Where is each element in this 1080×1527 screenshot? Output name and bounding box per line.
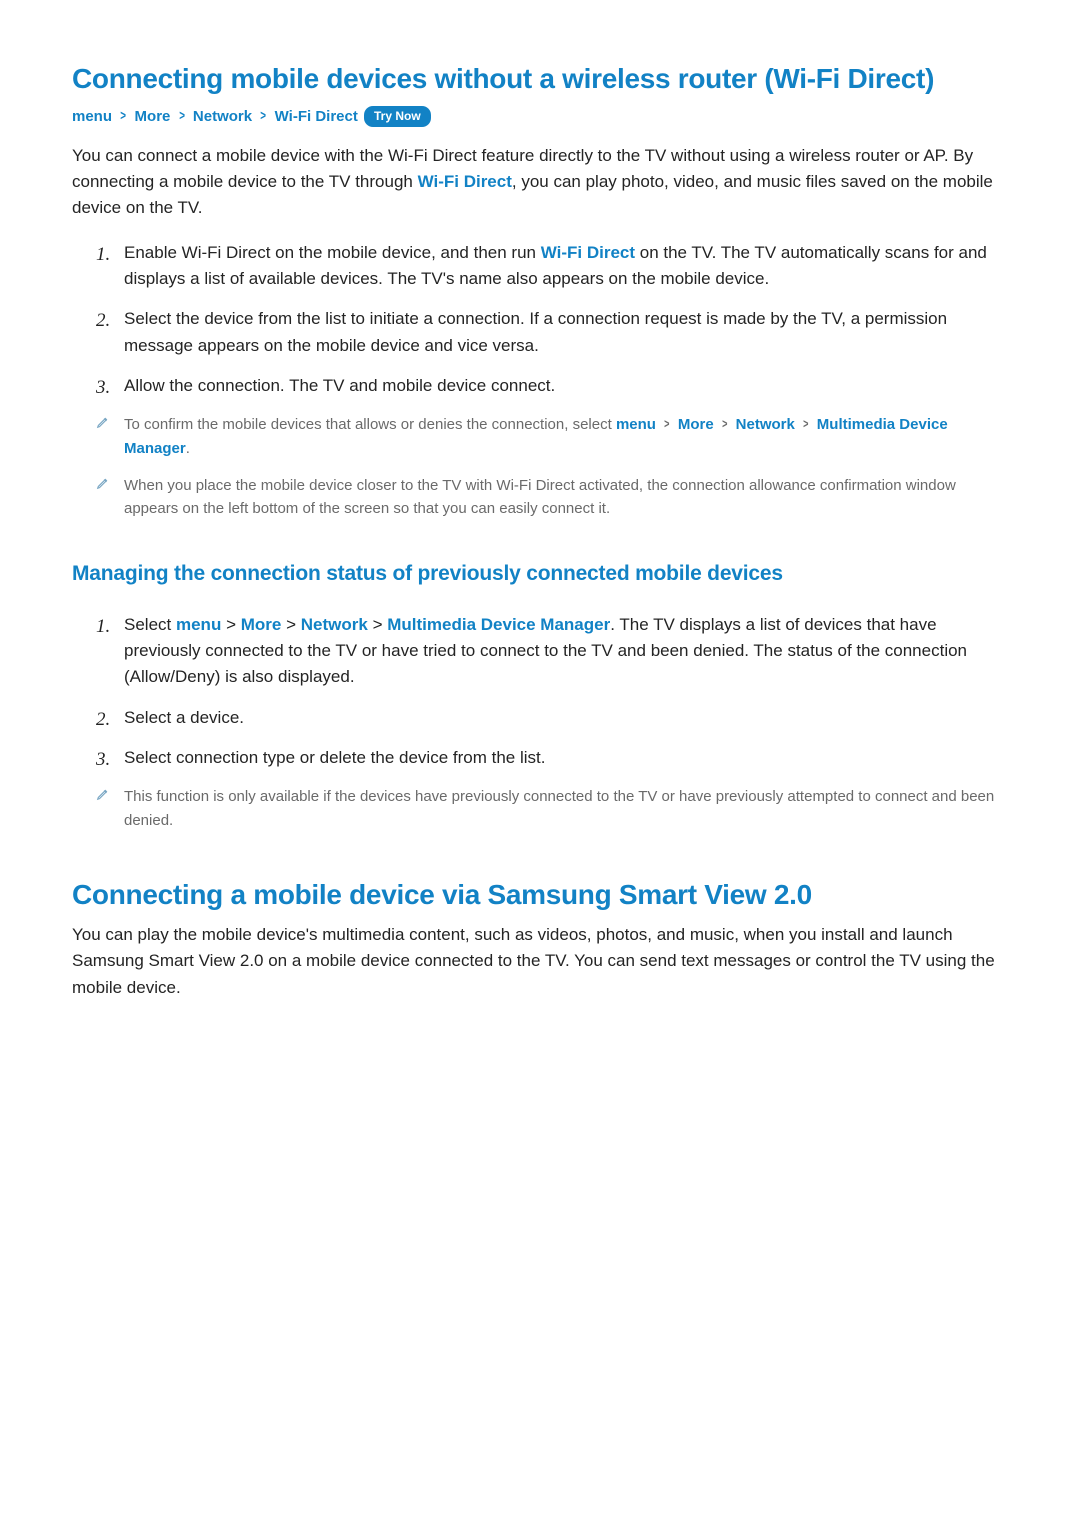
step-3: Select connection type or delete the dev…	[96, 745, 1008, 771]
breadcrumb: menu > More > Network > Wi-Fi Direct Try…	[72, 106, 1008, 129]
chevron-right-icon: >	[373, 615, 383, 634]
pencil-icon	[96, 476, 110, 490]
step-1: Enable Wi-Fi Direct on the mobile device…	[96, 240, 1008, 293]
crumb-network[interactable]: Network	[193, 108, 252, 125]
steps-list: Select menu > More > Network > Multimedi…	[96, 612, 1008, 772]
step-2: Select the device from the list to initi…	[96, 306, 1008, 359]
step-2: Select a device.	[96, 705, 1008, 731]
subsection-title: Managing the connection status of previo…	[72, 558, 1008, 590]
body-paragraph: You can play the mobile device's multime…	[72, 922, 1008, 1001]
chevron-right-icon: >	[179, 105, 185, 126]
step-3: Allow the connection. The TV and mobile …	[96, 373, 1008, 399]
chevron-right-icon: >	[286, 615, 296, 634]
chevron-right-icon: >	[803, 414, 808, 434]
step-1: Select menu > More > Network > Multimedi…	[96, 612, 1008, 691]
chevron-right-icon: >	[664, 414, 669, 434]
wifi-direct-term: Wi-Fi Direct	[541, 243, 635, 262]
try-now-badge[interactable]: Try Now	[364, 106, 431, 127]
steps-list: Enable Wi-Fi Direct on the mobile device…	[96, 240, 1008, 400]
chevron-right-icon: >	[722, 414, 727, 434]
crumb-wifi-direct[interactable]: Wi-Fi Direct	[275, 108, 358, 125]
pencil-icon	[96, 415, 110, 429]
wifi-direct-term: Wi-Fi Direct	[418, 172, 512, 191]
note: This function is only available if the d…	[96, 785, 1008, 832]
intro-paragraph: You can connect a mobile device with the…	[72, 143, 1008, 222]
note: When you place the mobile device closer …	[96, 474, 1008, 521]
section-title: Connecting a mobile device via Samsung S…	[72, 874, 1008, 916]
section-title: Connecting mobile devices without a wire…	[72, 58, 1008, 100]
chevron-right-icon: >	[120, 105, 126, 126]
pencil-icon	[96, 787, 110, 801]
crumb-more[interactable]: More	[135, 108, 171, 125]
crumb-menu[interactable]: menu	[72, 108, 112, 125]
chevron-right-icon: >	[261, 105, 267, 126]
chevron-right-icon: >	[226, 615, 236, 634]
note: To confirm the mobile devices that allow…	[96, 413, 1008, 460]
